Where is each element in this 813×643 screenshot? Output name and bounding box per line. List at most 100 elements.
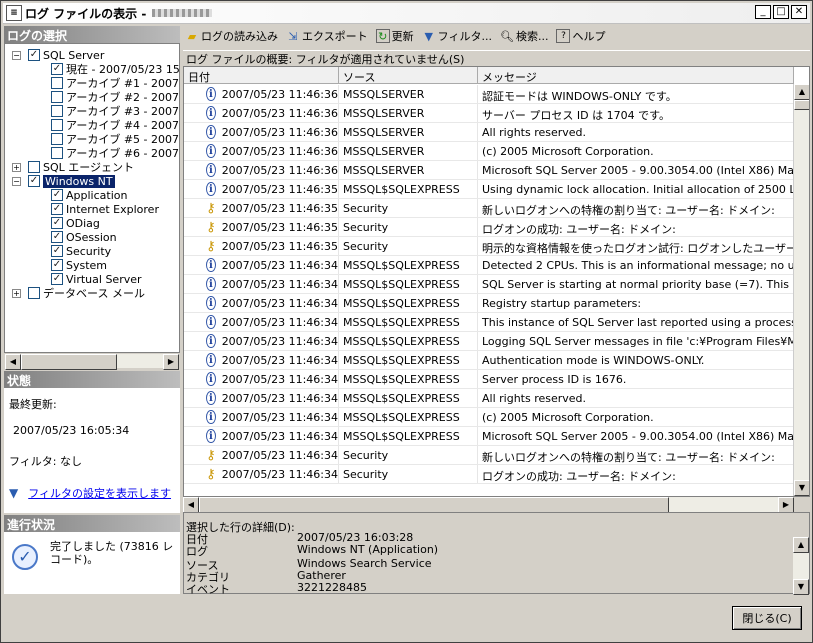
tree-checkbox[interactable] [51,77,63,89]
filter-link-row[interactable]: ▼ フィルタの設定を表示します [9,485,175,501]
scroll-thumb[interactable] [21,354,117,370]
tree-node[interactable]: アーカイブ #6 - 2007/05 [51,146,179,160]
tree-node[interactable]: アーカイブ #5 - 2007/05 [51,132,179,146]
grid-scroll-right-icon[interactable]: ▶ [778,497,794,513]
scroll-up-icon[interactable]: ▲ [794,84,809,100]
cell-date: 2007/05/23 11:46:34 [221,296,338,310]
grid-horizontal-scrollbar[interactable]: ◀ ▶ [183,497,794,513]
details-scroll-down-icon[interactable]: ▼ [793,579,809,595]
table-row[interactable]: i 2007/05/23 11:46:36 MSSQLSERVER 認証モードは WI… [184,85,794,104]
tree-checkbox[interactable] [51,147,63,159]
tree-node[interactable]: ✓ Internet Explorer [51,202,159,216]
column-source[interactable]: ソース [339,67,478,84]
tree-node[interactable]: アーカイブ #4 - 2007/05 [51,118,179,132]
tree-node[interactable]: − ✓ SQL Server [12,48,104,62]
column-date[interactable]: 日付 [184,67,339,84]
collapse-icon[interactable]: − [12,50,21,60]
details-scrollbar[interactable]: ▲ ▼ [793,537,809,595]
tree-checkbox[interactable]: ✓ [51,231,63,243]
table-row[interactable]: ⚷ 2007/05/23 11:46:34 Security ログオンの成功: ユーザ… [184,465,794,484]
table-row[interactable]: i 2007/05/23 11:46:34 MSSQL$SQLEXPRESS Serv… [184,370,794,389]
table-row[interactable]: ⚷ 2007/05/23 11:46:35 Security ログオンの成功: ユーザ… [184,218,794,237]
tree-node[interactable]: アーカイブ #3 - 2007/05 [51,104,179,118]
help-button[interactable]: ? ヘルプ [556,28,605,44]
tree-node[interactable]: ✓ 現在 - 2007/05/23 15: [51,62,179,76]
tree-checkbox[interactable]: ✓ [51,203,63,215]
cell-date: 2007/05/23 11:46:34 [221,410,338,424]
cell-message: Logging SQL Server messages in file 'c:¥… [482,335,794,348]
title-bar[interactable]: ≡ ログ ファイルの表示 - _ □ ✕ [3,3,810,24]
table-row[interactable]: i 2007/05/23 11:46:34 MSSQL$SQLEXPRESS Micr… [184,427,794,446]
table-row[interactable]: i 2007/05/23 11:46:34 MSSQL$SQLEXPRESS Logg… [184,332,794,351]
tree-checkbox[interactable]: ✓ [51,217,63,229]
load-log-button[interactable]: ▰ ログの読み込み [185,28,278,44]
tree-node[interactable]: ✓ System [51,258,107,272]
tree-node[interactable]: アーカイブ #1 - 2007/05 [51,76,179,90]
table-row[interactable]: i 2007/05/23 11:46:36 MSSQLSERVER All right… [184,123,794,142]
tree-checkbox[interactable]: ✓ [28,175,40,187]
grid-vertical-scrollbar[interactable]: ▲ ▼ [793,84,809,496]
progress-text: 完了しました (73816 レコード)。 [50,540,174,566]
grid-scroll-left-icon[interactable]: ◀ [183,497,199,513]
tree-node[interactable]: + SQL エージェント [12,160,134,174]
table-row[interactable]: ⚷ 2007/05/23 11:46:35 Security 新しいログオンへの特権の… [184,199,794,218]
tree-checkbox[interactable]: ✓ [28,49,40,61]
tree-checkbox[interactable] [28,161,40,173]
tree-checkbox[interactable] [28,287,40,299]
close-window-button[interactable]: ✕ [791,5,807,19]
tree-node[interactable]: + データベース メール [12,286,145,300]
table-row[interactable]: i 2007/05/23 11:46:34 MSSQL$SQLEXPRESS Auth… [184,351,794,370]
tree-node[interactable]: ✓ Virtual Server [51,272,142,286]
details-scroll-up-icon[interactable]: ▲ [793,537,809,553]
tree-checkbox[interactable] [51,133,63,145]
refresh-button[interactable]: ↻ 更新 [375,28,414,44]
show-filter-settings-link[interactable]: フィルタの設定を表示します [28,485,171,501]
close-button[interactable]: 閉じる(C) [732,606,802,630]
table-row[interactable]: i 2007/05/23 11:46:34 MSSQL$SQLEXPRESS SQL … [184,275,794,294]
tree-node[interactable]: ✓ OSession [51,230,117,244]
table-row[interactable]: i 2007/05/23 11:46:34 MSSQL$SQLEXPRESS (c) … [184,408,794,427]
log-tree[interactable]: − ✓ SQL Server ✓ 現在 - 2007/05/23 15: アーカイブ #1… [4,43,180,353]
tree-checkbox[interactable]: ✓ [51,273,63,285]
tree-node[interactable]: アーカイブ #2 - 2007/05 [51,90,179,104]
table-row[interactable]: i 2007/05/23 11:46:34 MSSQL$SQLEXPRESS This… [184,313,794,332]
minimize-button[interactable]: _ [755,5,771,19]
scroll-right-icon[interactable]: ▶ [163,354,179,370]
tree-checkbox[interactable]: ✓ [51,63,63,75]
tree-horizontal-scrollbar[interactable]: ◀ ▶ [4,353,180,370]
grid-hscroll-thumb[interactable] [199,497,669,513]
tree-checkbox[interactable] [51,105,63,117]
table-row[interactable]: i 2007/05/23 11:46:36 MSSQLSERVER Microsoft… [184,161,794,180]
tree-node[interactable]: − ✓ Windows NT [12,174,115,188]
scroll-left-icon[interactable]: ◀ [5,354,21,370]
last-update-label: 最終更新: [9,398,57,411]
table-row[interactable]: i 2007/05/23 11:46:34 MSSQL$SQLEXPRESS Dete… [184,256,794,275]
table-row[interactable]: i 2007/05/23 11:46:36 MSSQLSERVER サーバー プロセス… [184,104,794,123]
log-grid[interactable]: 日付 ソース メッセージ i 2007/05/23 11:46:36 MSSQLSE… [183,66,810,497]
table-row[interactable]: i 2007/05/23 11:46:36 MSSQLSERVER (c) 2005 … [184,142,794,161]
tree-checkbox[interactable] [51,91,63,103]
tree-checkbox[interactable]: ✓ [51,245,63,257]
maximize-button[interactable]: □ [773,5,789,19]
table-row[interactable]: i 2007/05/23 11:46:35 MSSQL$SQLEXPRESS Usin… [184,180,794,199]
tree-checkbox[interactable]: ✓ [51,189,63,201]
export-button[interactable]: ⇲ エクスポート [286,28,367,44]
tree-checkbox[interactable]: ✓ [51,259,63,271]
table-row[interactable]: ⚷ 2007/05/23 11:46:34 Security 新しいログオンへの特権の… [184,446,794,465]
filter-button[interactable]: ▼ フィルタ... [422,28,492,44]
scroll-down-icon[interactable]: ▼ [794,480,809,496]
tree-node[interactable]: ✓ Application [51,188,127,202]
tree-node-label: Internet Explorer [66,202,159,216]
expand-icon[interactable]: + [12,288,21,298]
tree-node[interactable]: ✓ ODiag [51,216,100,230]
expand-icon[interactable]: + [12,162,21,172]
tree-checkbox[interactable] [51,119,63,131]
search-button[interactable]: 🔍︎ 検索... [500,28,548,44]
table-row[interactable]: ⚷ 2007/05/23 11:46:35 Security 明示的な資格情報を使った… [184,237,794,256]
table-row[interactable]: i 2007/05/23 11:46:34 MSSQL$SQLEXPRESS All … [184,389,794,408]
tree-node[interactable]: ✓ Security [51,244,111,258]
grid-vscroll-thumb[interactable] [794,100,809,110]
collapse-icon[interactable]: − [12,176,21,186]
table-row[interactable]: i 2007/05/23 11:46:34 MSSQL$SQLEXPRESS Regi… [184,294,794,313]
column-message[interactable]: メッセージ [478,67,794,84]
